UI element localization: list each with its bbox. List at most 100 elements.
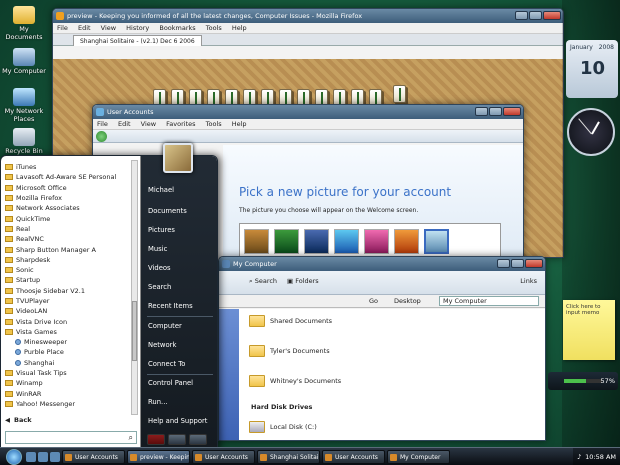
picture-option-flower[interactable]: [364, 229, 389, 254]
program-item[interactable]: Real: [5, 224, 129, 234]
list-item[interactable]: Shared Documents: [249, 315, 332, 327]
program-item[interactable]: Sharp Button Manager A: [5, 244, 129, 254]
start-item-documents[interactable]: Documents: [148, 207, 187, 215]
close-button[interactable]: [503, 107, 521, 116]
start-item-music[interactable]: Music: [148, 245, 167, 253]
program-item[interactable]: Lavasoft Ad-Aware SE Personal: [5, 172, 129, 182]
list-item[interactable]: Local Disk (C:): [249, 421, 317, 433]
search-button[interactable]: ⌕ Search: [249, 277, 277, 286]
browser-tab[interactable]: Shanghai Solitaire - (v2.1) Dec 6 2006: [73, 35, 202, 46]
taskbar-button-user-accounts-1[interactable]: User Accounts: [62, 449, 125, 464]
program-item[interactable]: Startup: [5, 275, 129, 285]
user-avatar[interactable]: [163, 143, 193, 173]
picture-option-sky[interactable]: [304, 229, 329, 254]
program-item[interactable]: Thoosje Sidebar V2.1: [5, 286, 129, 296]
maximize-button[interactable]: [489, 107, 502, 116]
picture-option-leaf[interactable]: [274, 229, 299, 254]
menu-edit[interactable]: Edit: [118, 120, 131, 128]
start-item-connect[interactable]: Connect To: [148, 360, 185, 368]
program-item[interactable]: Network Associates: [5, 203, 129, 213]
desktop-icon-my-documents[interactable]: My Documents: [2, 6, 46, 41]
menu-tools[interactable]: Tools: [206, 24, 222, 32]
back-button[interactable]: ◀ Back: [5, 416, 32, 424]
program-item[interactable]: TVUPlayer: [5, 296, 129, 306]
close-button[interactable]: [525, 259, 543, 268]
minimize-button[interactable]: [497, 259, 510, 268]
explorer-titlebar[interactable]: My Computer: [219, 257, 545, 271]
picture-option-water[interactable]: [334, 229, 359, 254]
start-item-pictures[interactable]: Pictures: [148, 226, 175, 234]
program-item[interactable]: WinRAR: [5, 389, 129, 399]
quick-launch-desktop-icon[interactable]: [26, 451, 36, 462]
start-item-run[interactable]: Run...: [148, 398, 168, 406]
picture-option-sun[interactable]: [394, 229, 419, 254]
start-item-user[interactable]: Michael: [148, 186, 174, 194]
program-item[interactable]: QuickTime: [5, 213, 129, 223]
accounts-titlebar[interactable]: User Accounts: [93, 105, 523, 119]
program-item[interactable]: Sonic: [5, 265, 129, 275]
program-item[interactable]: Vista Games: [5, 327, 129, 337]
start-item-search[interactable]: Search: [148, 283, 171, 291]
program-item[interactable]: Visual Task Tips: [5, 368, 129, 378]
program-item[interactable]: Purble Place: [5, 347, 129, 357]
program-item[interactable]: RealVNC: [5, 234, 129, 244]
start-item-help[interactable]: Help and Support: [148, 417, 207, 425]
desktop-icon-my-computer[interactable]: My Computer: [2, 48, 46, 75]
mahjong-tile[interactable]: [393, 85, 406, 103]
start-search-input[interactable]: ⌕: [5, 431, 137, 444]
taskbar-button-user-accounts-2[interactable]: User Accounts: [192, 449, 255, 464]
clock[interactable]: 10:58 AM: [585, 453, 616, 461]
power-button[interactable]: [147, 434, 165, 445]
shutdown-options-button[interactable]: [189, 434, 207, 445]
program-item[interactable]: Minesweeper: [5, 337, 129, 347]
taskbar-button-user-accounts-3[interactable]: User Accounts: [322, 449, 385, 464]
picture-option-cat[interactable]: [244, 229, 269, 254]
program-item[interactable]: Yahoo! Messenger: [5, 399, 129, 409]
taskbar-button-firefox[interactable]: preview - Keeping yo...: [127, 449, 190, 464]
program-item[interactable]: Mozilla Firefox: [5, 193, 129, 203]
desktop-icon-recycle-bin[interactable]: Recycle Bin: [2, 128, 46, 155]
back-arrow-icon[interactable]: [96, 131, 107, 142]
menu-bookmarks[interactable]: Bookmarks: [159, 24, 195, 32]
list-item[interactable]: Whitney's Documents: [249, 375, 341, 387]
program-item[interactable]: Winamp: [5, 378, 129, 388]
volume-icon[interactable]: ♪: [577, 453, 581, 461]
menu-view[interactable]: View: [141, 120, 156, 128]
firefox-titlebar[interactable]: preview - Keeping you informed of all th…: [53, 9, 563, 23]
maximize-button[interactable]: [511, 259, 524, 268]
maximize-button[interactable]: [529, 11, 542, 20]
program-item[interactable]: VideoLAN: [5, 306, 129, 316]
menu-file[interactable]: File: [57, 24, 68, 32]
clock-gadget[interactable]: [567, 108, 615, 156]
start-item-control-panel[interactable]: Control Panel: [148, 379, 193, 387]
quick-launch-media-icon[interactable]: [50, 451, 60, 462]
taskbar-button-my-computer[interactable]: My Computer: [387, 449, 450, 464]
program-item[interactable]: Vista Drive Icon: [5, 316, 129, 326]
menu-help[interactable]: Help: [232, 120, 247, 128]
start-item-computer[interactable]: Computer: [148, 322, 182, 330]
program-item[interactable]: Microsoft Office: [5, 183, 129, 193]
folders-button[interactable]: ▣ Folders: [287, 277, 319, 285]
start-item-recent[interactable]: Recent Items: [148, 302, 193, 310]
address-input[interactable]: My Computer: [439, 296, 539, 306]
close-button[interactable]: [543, 11, 561, 20]
menu-history[interactable]: History: [126, 24, 149, 32]
program-item[interactable]: Shanghai: [5, 358, 129, 368]
program-item[interactable]: iTunes: [5, 162, 129, 172]
menu-favorites[interactable]: Favorites: [166, 120, 195, 128]
picture-option-selected[interactable]: [424, 229, 449, 254]
go-button[interactable]: Go: [369, 297, 378, 305]
menu-help[interactable]: Help: [232, 24, 247, 32]
start-item-network[interactable]: Network: [148, 341, 176, 349]
notes-gadget[interactable]: Click here to input memo: [563, 300, 615, 360]
taskbar-button-shanghai[interactable]: Shanghai Solitaire - ...: [257, 449, 320, 464]
menu-view[interactable]: View: [101, 24, 116, 32]
start-orb-button[interactable]: [6, 448, 22, 465]
program-scrollbar[interactable]: [131, 160, 138, 415]
minimize-button[interactable]: [515, 11, 528, 20]
desktop-icon-network[interactable]: My Network Places: [2, 88, 46, 123]
program-item[interactable]: Sharpdesk: [5, 255, 129, 265]
minimize-button[interactable]: [475, 107, 488, 116]
my-computer-window[interactable]: My Computer ⌕ Search ▣ Folders Links Go …: [218, 256, 546, 441]
links-label[interactable]: Links: [520, 277, 537, 285]
